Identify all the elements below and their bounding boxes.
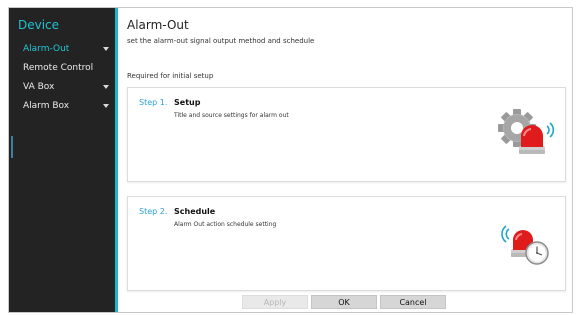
step-title: Schedule — [174, 207, 216, 216]
step-card-schedule[interactable]: Step 2. Schedule Alarm Out action schedu… — [127, 196, 566, 291]
step-number: Step 1. — [139, 98, 168, 107]
sidebar-item-remote-control[interactable]: Remote Control — [9, 58, 115, 78]
caret-down-icon — [103, 85, 109, 89]
sidebar-item-alarm-box[interactable]: Alarm Box — [9, 96, 115, 116]
sidebar-item-alarm-out[interactable]: Alarm-Out — [9, 39, 115, 59]
step-title: Setup — [174, 98, 201, 107]
sidebar-scroll-marker — [11, 136, 13, 158]
section-label: Required for initial setup — [127, 72, 214, 80]
gear-alarm-icon — [498, 109, 555, 154]
step-description: Title and source settings for alarm out — [174, 112, 289, 119]
main-content: Alarm-Out set the alarm-out signal outpu… — [121, 8, 572, 312]
cancel-button[interactable]: Cancel — [380, 295, 446, 309]
alarm-clock-icon — [501, 225, 549, 265]
ok-button[interactable]: OK — [311, 295, 377, 309]
caret-down-icon — [103, 104, 109, 108]
step-number: Step 2. — [139, 207, 168, 216]
sidebar-item-label: Alarm-Out — [23, 44, 70, 54]
sidebar-accent-divider — [115, 8, 118, 312]
alarm-out-window: Device Alarm-Out Remote Control VA Box A… — [8, 7, 573, 313]
caret-down-icon — [103, 47, 109, 51]
sidebar-item-va-box[interactable]: VA Box — [9, 77, 115, 97]
step-description: Alarm Out action schedule setting — [174, 221, 277, 228]
page-title: Alarm-Out — [127, 18, 189, 32]
page-subtitle: set the alarm-out signal output method a… — [127, 37, 315, 45]
sidebar: Device Alarm-Out Remote Control VA Box A… — [9, 8, 117, 312]
sidebar-item-label: VA Box — [23, 82, 55, 92]
apply-button[interactable]: Apply — [242, 295, 308, 309]
sidebar-title: Device — [18, 18, 60, 32]
sidebar-item-label: Alarm Box — [23, 101, 70, 111]
step-card-setup[interactable]: Step 1. Setup Title and source settings … — [127, 87, 566, 182]
sidebar-item-label: Remote Control — [23, 63, 94, 73]
